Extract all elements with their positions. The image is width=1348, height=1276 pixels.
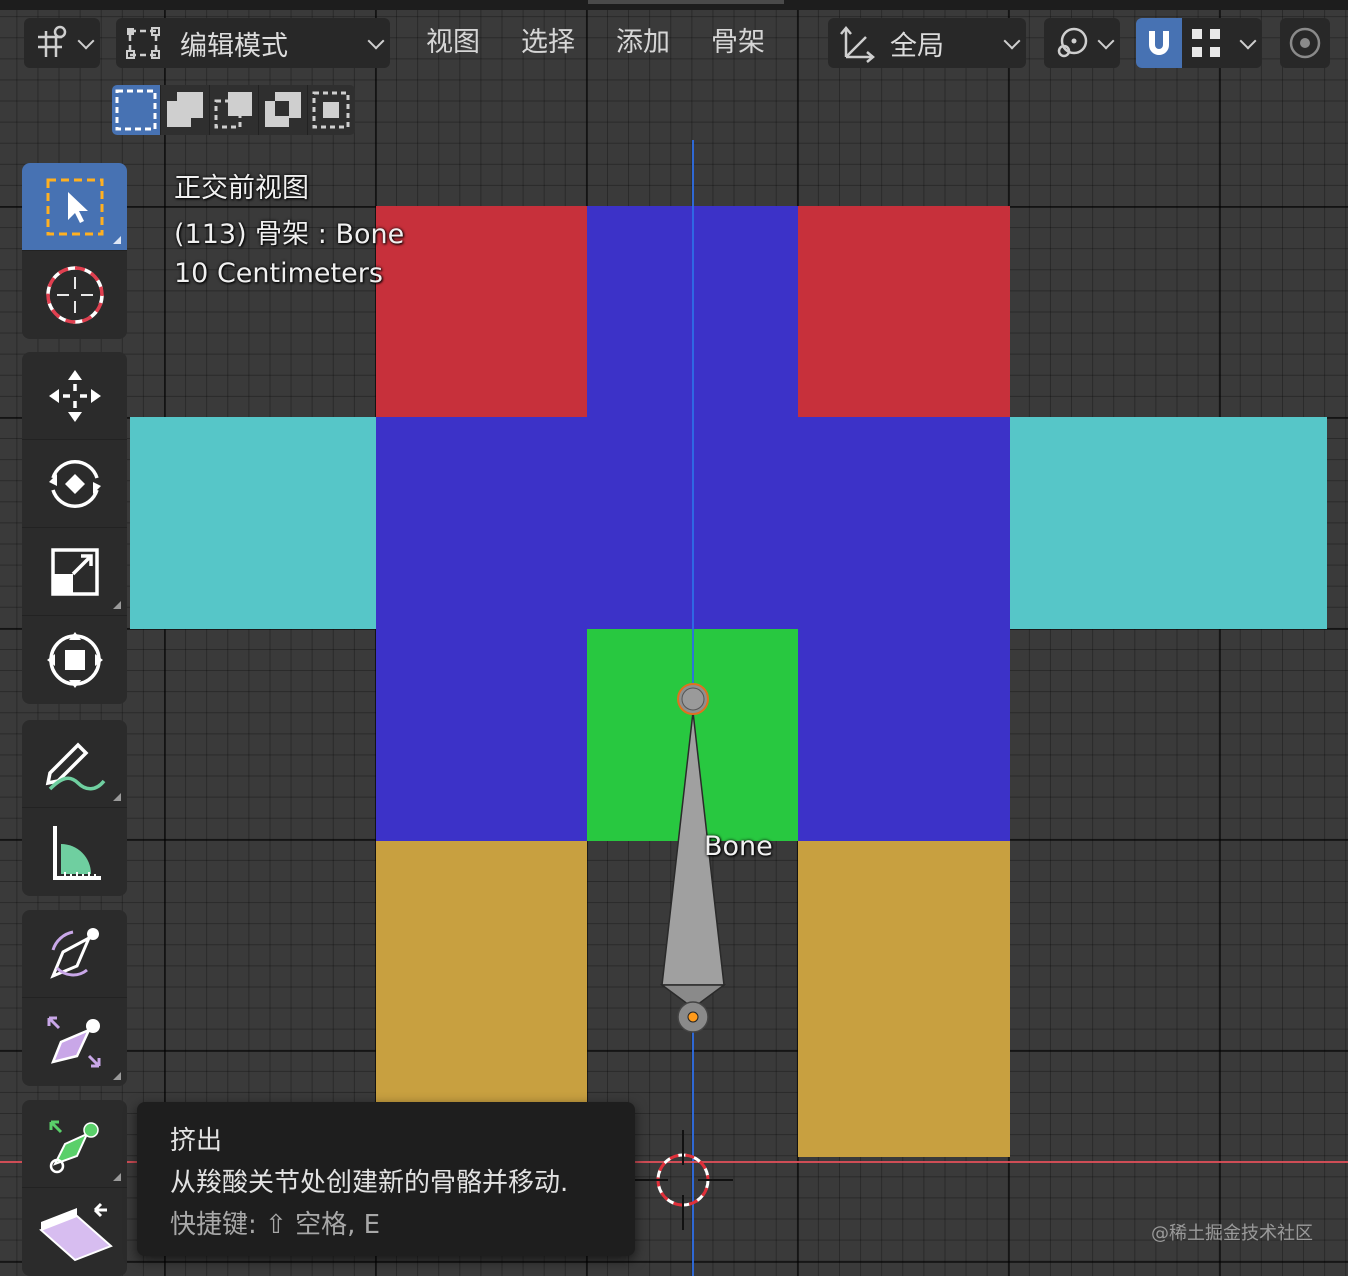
watermark: @稀土掘金技术社区 xyxy=(1151,1223,1313,1244)
chevron-down-icon xyxy=(77,32,95,50)
tool-extrude[interactable] xyxy=(22,1100,127,1188)
orientation-axes-icon xyxy=(840,26,875,63)
tooltip: 挤出 从羧酸关节处创建新的骨骼并移动. 快捷键: ⇧ 空格, E xyxy=(137,1102,635,1256)
tool-transform[interactable] xyxy=(22,616,127,704)
edit-mode-icon xyxy=(126,27,160,59)
measure-icon xyxy=(52,826,101,880)
rotate-icon xyxy=(48,459,101,508)
editor-type-button[interactable] xyxy=(24,18,100,68)
tool-group-bone xyxy=(22,910,127,1086)
scale-icon xyxy=(50,547,99,596)
select-new-icon xyxy=(115,89,157,131)
bone-label: Bone xyxy=(704,831,773,862)
select-mode-group xyxy=(112,85,355,135)
mode-dropdown[interactable]: 编辑模式 xyxy=(116,18,390,68)
menu-armature[interactable]: 骨架 xyxy=(711,22,765,64)
transform-icon xyxy=(46,632,103,688)
tool-group-select xyxy=(22,163,127,339)
mode-label: 编辑模式 xyxy=(180,30,288,62)
grid-scale-label: 10 Centimeters xyxy=(174,258,383,289)
menu-select[interactable]: 选择 xyxy=(521,22,575,64)
bone-roll-icon xyxy=(49,927,99,979)
bone-size-icon xyxy=(47,1016,100,1068)
chevron-down-icon xyxy=(1003,32,1021,50)
chevron-down-icon xyxy=(1097,32,1115,50)
select-invert-icon xyxy=(265,92,301,127)
select-extend-button[interactable] xyxy=(161,85,210,135)
bone-envelope-icon xyxy=(38,1202,113,1262)
snap-grid-icon xyxy=(1192,29,1220,57)
tool-scale[interactable] xyxy=(22,528,127,616)
view-name-label: 正交前视图 xyxy=(174,173,309,204)
object-info-label: (113) 骨架 : Bone xyxy=(174,219,405,250)
tool-cursor[interactable] xyxy=(22,251,127,339)
tooltip-shortcut: 快捷键: ⇧ 空格, E xyxy=(170,1210,381,1240)
pivot-point-icon xyxy=(1057,27,1088,58)
transform-orientation-dropdown[interactable]: 全局 xyxy=(828,18,1026,68)
cursor-icon xyxy=(45,266,104,324)
select-invert-button[interactable] xyxy=(259,85,308,135)
tool-bone-envelope[interactable] xyxy=(22,1188,127,1276)
armature-pose-icon xyxy=(38,25,67,57)
orientation-label: 全局 xyxy=(890,30,944,62)
tool-rotate[interactable] xyxy=(22,440,127,528)
select-intersect-button[interactable] xyxy=(308,85,357,135)
select-subtract-button[interactable] xyxy=(210,85,259,135)
snap-group[interactable] xyxy=(1136,18,1262,68)
select-extend-icon xyxy=(167,92,203,127)
tool-select-box[interactable] xyxy=(22,163,127,251)
tooltip-title: 挤出 xyxy=(170,1126,223,1156)
proportional-edit-icon xyxy=(1289,27,1321,59)
move-icon xyxy=(48,369,101,422)
extrude-icon xyxy=(49,1120,99,1173)
snap-toggle[interactable] xyxy=(1136,18,1182,68)
pivot-point-dropdown[interactable] xyxy=(1044,18,1120,68)
tool-group-transform xyxy=(22,352,127,704)
tool-annotate[interactable] xyxy=(22,720,127,808)
proportional-edit-toggle[interactable] xyxy=(1280,18,1330,68)
tool-bone-size[interactable] xyxy=(22,998,127,1086)
magnet-icon xyxy=(1149,31,1169,55)
tool-group-annotate xyxy=(22,720,127,896)
select-intersect-icon xyxy=(312,91,350,129)
tool-bone-roll[interactable] xyxy=(22,910,127,998)
chevron-down-icon xyxy=(367,32,385,50)
tool-measure[interactable] xyxy=(22,808,127,896)
tool-move[interactable] xyxy=(22,352,127,440)
annotate-icon xyxy=(45,742,105,790)
tool-group-extrude xyxy=(22,1100,127,1276)
menu-add[interactable]: 添加 xyxy=(616,22,670,64)
select-box-icon xyxy=(46,178,103,235)
chevron-down-icon xyxy=(1239,32,1257,50)
3d-cursor[interactable] xyxy=(633,1130,733,1230)
select-subtract-icon xyxy=(214,92,252,129)
tooltip-description: 从羧酸关节处创建新的骨骼并移动. xyxy=(170,1168,569,1198)
select-new-button[interactable] xyxy=(112,85,161,135)
menu-view[interactable]: 视图 xyxy=(426,22,480,64)
